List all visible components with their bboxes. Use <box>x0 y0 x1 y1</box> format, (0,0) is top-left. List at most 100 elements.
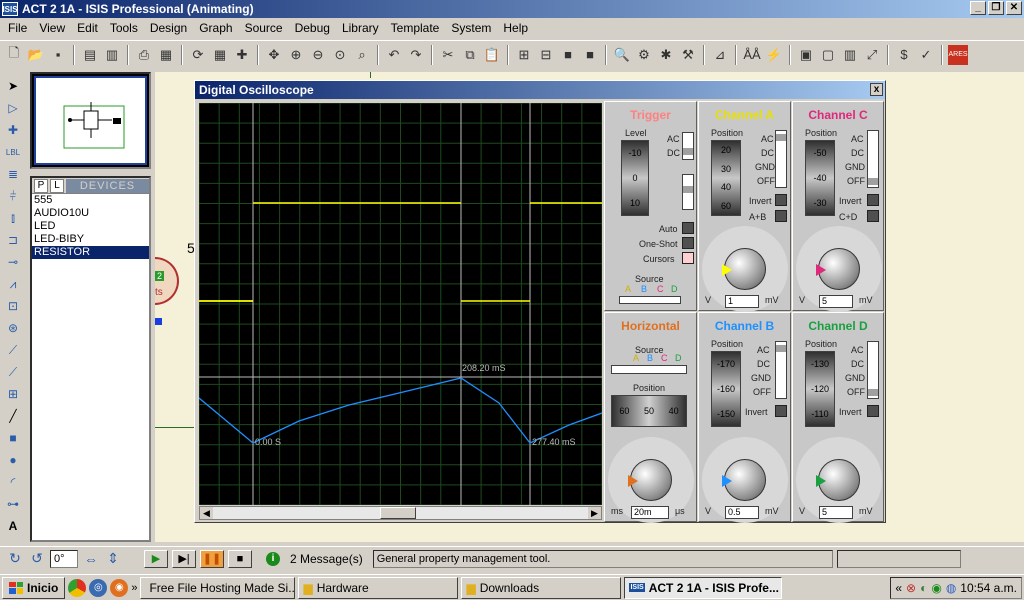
subcircuit-icon[interactable]: ⫾ <box>3 208 23 228</box>
oscilloscope-display[interactable]: 208.20 mS 0.00 S 277.40 mS <box>198 102 603 506</box>
line-icon[interactable]: ╱ <box>3 406 23 426</box>
horizontal-position-scale[interactable]: 60 50 40 <box>611 395 687 427</box>
trigger-source-slider[interactable] <box>619 296 681 304</box>
redo-icon[interactable]: ↷ <box>406 45 426 65</box>
selection-mode-icon[interactable]: ➤ <box>3 76 23 96</box>
channel-a-invert-button[interactable] <box>775 194 787 206</box>
circle-icon[interactable]: ● <box>3 450 23 470</box>
path-icon[interactable]: ⊶ <box>3 494 23 514</box>
pick-device-icon[interactable]: 🔍 <box>612 45 632 65</box>
zoom-all-icon[interactable]: ⊙ <box>330 45 350 65</box>
box-icon[interactable]: ■ <box>3 428 23 448</box>
mirror-horizontal-icon[interactable]: ⇔ <box>82 550 100 568</box>
device-item-555[interactable]: 555 <box>32 194 149 207</box>
menu-source[interactable]: Source <box>239 21 289 35</box>
trigger-coupling-switch[interactable] <box>682 132 694 160</box>
channel-c-value-field[interactable]: 5 <box>819 295 853 308</box>
pan-icon[interactable]: ✥ <box>264 45 284 65</box>
remove-sheet-icon[interactable]: ▢ <box>818 45 838 65</box>
refresh-icon[interactable]: ⟳ <box>188 45 208 65</box>
text-icon[interactable]: A <box>3 516 23 536</box>
channel-d-position-scale[interactable]: -130 -120 -110 <box>805 351 835 427</box>
electrical-check-icon[interactable]: ✓ <box>916 45 936 65</box>
packaging-icon[interactable]: ✱ <box>656 45 676 65</box>
channel-d-coupling-switch[interactable] <box>867 341 879 399</box>
voltage-probe-icon[interactable]: ⟋ <box>3 340 23 360</box>
task-chrome[interactable]: Free File Hosting Made Si... <box>140 576 296 599</box>
wire-label-icon[interactable]: LBL <box>3 142 23 162</box>
arc-icon[interactable]: ◜ <box>3 472 23 492</box>
copy-icon[interactable]: ⧉ <box>460 45 480 65</box>
tray-sync-icon[interactable]: ◉ <box>931 581 941 595</box>
messages-count[interactable]: 2 Message(s) <box>284 552 369 566</box>
buses-icon[interactable]: ⫩ <box>3 186 23 206</box>
menu-edit[interactable]: Edit <box>71 21 104 35</box>
trigger-cursors-button[interactable] <box>682 252 694 264</box>
device-pins-icon[interactable]: ⊸ <box>3 252 23 272</box>
quicklaunch-overflow[interactable]: » <box>131 582 137 594</box>
menu-template[interactable]: Template <box>385 21 446 35</box>
print-icon[interactable]: ⎙ <box>134 45 154 65</box>
pick-devices-tab[interactable]: P <box>34 178 48 193</box>
menu-tools[interactable]: Tools <box>104 21 144 35</box>
mirror-vertical-icon[interactable]: ⇕ <box>104 550 122 568</box>
channel-b-coupling-switch[interactable] <box>775 341 787 399</box>
print-area-icon[interactable]: ▦ <box>156 45 176 65</box>
channel-b-invert-button[interactable] <box>775 405 787 417</box>
new-file-icon[interactable]: 🗋 <box>4 45 24 65</box>
channel-a-sum-button[interactable] <box>775 210 787 222</box>
menu-help[interactable]: Help <box>497 21 534 35</box>
menu-graph[interactable]: Graph <box>193 21 238 35</box>
task-isis[interactable]: ISIS ACT 2 1A - ISIS Profe... <box>624 576 783 599</box>
make-device-icon[interactable]: ⚙ <box>634 45 654 65</box>
generator-icon[interactable]: ⊛ <box>3 318 23 338</box>
device-item-resistor[interactable]: RESISTOR <box>32 246 149 259</box>
display-scrollbar[interactable]: ◀ ▶ <box>199 506 602 520</box>
current-probe-icon[interactable]: ⟋ <box>3 362 23 382</box>
child-sheet-icon[interactable]: ▥ <box>840 45 860 65</box>
graph-mode-icon[interactable]: ⩘ <box>3 274 23 294</box>
junction-dot-icon[interactable]: ✚ <box>3 120 23 140</box>
channel-a-position-scale[interactable]: 20 30 40 60 <box>711 140 741 216</box>
terminals-icon[interactable]: ⊐ <box>3 230 23 250</box>
stop-button[interactable]: ■ <box>228 549 252 568</box>
channel-b-position-scale[interactable]: -170 -160 -150 <box>711 351 741 427</box>
rotate-clockwise-icon[interactable]: ↻ <box>6 550 24 568</box>
virtual-instruments-icon[interactable]: ⊞ <box>3 384 23 404</box>
trigger-level-scale[interactable]: -10 0 10 <box>621 140 649 216</box>
close-button[interactable]: ✕ <box>1006 1 1022 15</box>
tray-security-icon[interactable]: ◐ <box>920 581 927 595</box>
zoom-area-icon[interactable]: ⌕ <box>352 45 372 65</box>
start-button[interactable]: Inicio <box>2 576 66 599</box>
tray-expand-icon[interactable]: « <box>895 581 902 595</box>
horizontal-source-slider[interactable] <box>611 365 687 374</box>
block-move-icon[interactable]: ⊟ <box>536 45 556 65</box>
channel-c-coupling-switch[interactable] <box>867 130 879 188</box>
import-icon[interactable]: ▤ <box>80 45 100 65</box>
firefox-quicklaunch-icon[interactable]: ◉ <box>110 578 129 597</box>
menu-system[interactable]: System <box>445 21 497 35</box>
undo-icon[interactable]: ↶ <box>384 45 404 65</box>
channel-c-position-scale[interactable]: -50 -40 -30 <box>805 140 835 216</box>
menu-view[interactable]: View <box>33 21 71 35</box>
search-tag-icon[interactable]: ÅÅ <box>742 45 762 65</box>
overview-window[interactable] <box>30 72 151 169</box>
cut-icon[interactable]: ✂ <box>438 45 458 65</box>
component-symbol[interactable]: 2 ts <box>155 257 179 305</box>
new-sheet-icon[interactable]: ▣ <box>796 45 816 65</box>
wire-autorouter-icon[interactable]: ⊿ <box>710 45 730 65</box>
block-rotate-icon[interactable]: ■ <box>558 45 578 65</box>
menu-debug[interactable]: Debug <box>289 21 336 35</box>
trigger-oneshot-button[interactable] <box>682 237 694 249</box>
tray-clock[interactable]: 10:54 a.m. <box>960 581 1017 595</box>
task-downloads[interactable]: ▆ Downloads <box>461 576 622 599</box>
channel-c-invert-button[interactable] <box>867 194 879 206</box>
tray-network-icon[interactable]: ⊗ <box>906 581 916 595</box>
oscilloscope-close-button[interactable]: x <box>870 83 883 96</box>
tray-volume-icon[interactable]: ◍ <box>946 581 956 595</box>
decompose-icon[interactable]: ⚒ <box>678 45 698 65</box>
block-delete-icon[interactable]: ■ <box>580 45 600 65</box>
channel-d-value-field[interactable]: 5 <box>819 506 853 519</box>
export-icon[interactable]: ▥ <box>102 45 122 65</box>
tape-recorder-icon[interactable]: ⊡ <box>3 296 23 316</box>
